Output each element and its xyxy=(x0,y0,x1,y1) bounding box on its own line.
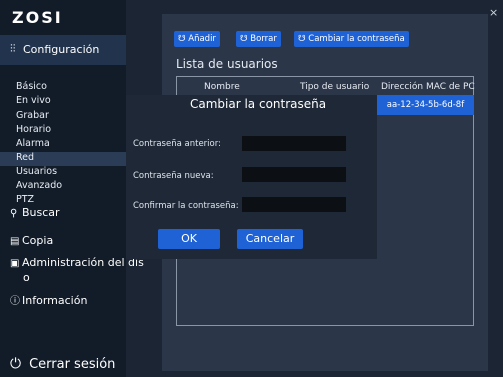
delete-user-button[interactable]: ☋ Borrar xyxy=(236,31,281,47)
cancel-button[interactable]: Cancelar xyxy=(237,229,303,249)
sidebar-item-informacion[interactable]: ⓘ Información xyxy=(10,292,87,307)
column-header-type: Tipo de usuario xyxy=(300,82,370,92)
sidebar-item-label: Configuración xyxy=(23,43,100,56)
user-icon: ☋ xyxy=(298,34,306,44)
sidebar-item-buscar[interactable]: ⚲ Buscar xyxy=(10,206,60,219)
confirm-password-label: Confirmar la contraseña: xyxy=(133,201,239,211)
disk-icon: ▣ xyxy=(10,258,20,269)
user-icon: ☋ xyxy=(178,34,186,44)
add-label: Añadir xyxy=(188,34,216,44)
old-password-label: Contraseña anterior: xyxy=(133,139,221,149)
sliders-icon: ⫶⫶ xyxy=(10,42,16,55)
sub-item-grabar[interactable]: Grabar xyxy=(16,110,49,121)
column-header-name: Nombre xyxy=(204,82,240,92)
copy-icon: ▤ xyxy=(10,236,20,247)
change-password-button[interactable]: ☋ Cambiar la contraseña xyxy=(294,31,409,47)
sidebar-item-disco[interactable]: ▣ Administración del dis xyxy=(10,256,144,269)
dialog-title: Cambiar la contraseña xyxy=(190,97,327,111)
sub-item-en-vivo[interactable]: En vivo xyxy=(16,95,51,106)
sub-item-ptz[interactable]: PTZ xyxy=(16,194,34,205)
sidebar-item-copia[interactable]: ▤ Copia xyxy=(10,234,53,247)
close-icon[interactable]: × xyxy=(489,6,498,19)
info-icon: ⓘ xyxy=(10,296,20,307)
sidebar-item-label: Información xyxy=(22,294,88,307)
sub-item-usuarios[interactable]: Usuarios xyxy=(16,166,57,177)
ok-button[interactable]: OK xyxy=(158,229,220,249)
new-password-field[interactable] xyxy=(242,167,346,182)
add-user-button[interactable]: ☋ Añadir xyxy=(174,31,220,47)
sub-item-alarma[interactable]: Alarma xyxy=(16,138,50,149)
table-cell-mac[interactable]: aa-12-34-5b-6d-8f xyxy=(377,95,474,115)
logout-label: Cerrar sesión xyxy=(29,357,116,372)
logo: ZOSI xyxy=(12,8,63,27)
user-icon: ☋ xyxy=(240,34,248,44)
old-password-field[interactable] xyxy=(242,136,346,151)
sub-item-horario[interactable]: Horario xyxy=(16,124,51,135)
sidebar-item-label: Copia xyxy=(22,234,54,247)
delete-label: Borrar xyxy=(250,34,277,44)
sub-item-basico[interactable]: Básico xyxy=(16,81,47,92)
column-header-mac: Dirección MAC de PC xyxy=(381,82,475,92)
sidebar-item-label-cont: o xyxy=(23,271,30,284)
sub-item-red[interactable]: Red xyxy=(16,152,34,163)
change-password-label: Cambiar la contraseña xyxy=(308,34,405,44)
confirm-password-field[interactable] xyxy=(242,197,346,212)
sidebar-item-label: Buscar xyxy=(22,206,60,219)
search-icon: ⚲ xyxy=(10,208,18,219)
power-icon: ⏻ xyxy=(10,356,22,372)
sub-item-avanzado[interactable]: Avanzado xyxy=(16,180,62,191)
logout-button[interactable]: ⏻ Cerrar sesión xyxy=(10,356,115,372)
new-password-label: Contraseña nueva: xyxy=(133,171,214,181)
user-list-title: Lista de usuarios xyxy=(176,57,278,71)
